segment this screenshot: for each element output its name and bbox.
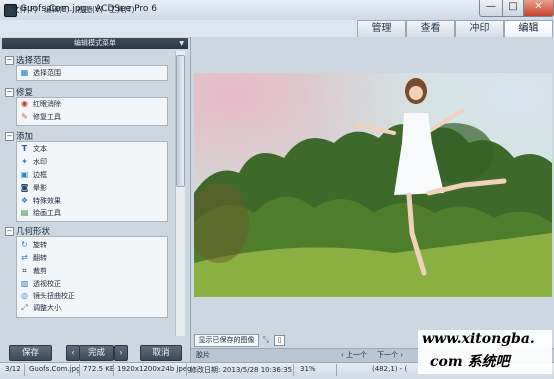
tool-vignette[interactable]: 晕影 — [33, 183, 47, 193]
status-dimensions: 1920x1200x24b jpeg — [117, 365, 192, 373]
collapse-toggle-geometry[interactable]: − — [5, 227, 14, 236]
status-divider — [186, 364, 187, 376]
watermark-line-2: com 系统吧 — [430, 354, 510, 370]
next-button[interactable]: › — [114, 345, 128, 361]
resize-icon: ⤢ — [21, 303, 28, 312]
collapse-toggle-selection[interactable]: − — [5, 56, 14, 65]
prev-button[interactable]: ‹ — [66, 345, 80, 361]
status-zoom: 31% — [300, 365, 316, 373]
crop-icon: ⌗ — [22, 266, 27, 275]
minimize-icon: — — [486, 1, 496, 12]
status-divider — [24, 364, 25, 376]
save-button[interactable]: 保存 — [9, 345, 52, 361]
tool-crop[interactable]: 裁剪 — [33, 266, 47, 276]
drawing-icon: ▤ — [20, 208, 29, 217]
panel-header-label: 编辑模式菜单 — [74, 39, 116, 47]
done-button[interactable]: 完成 — [79, 345, 114, 361]
menu-view[interactable]: 视图(V) — [77, 4, 103, 15]
menu-tools[interactable]: 工具(T) — [109, 4, 134, 15]
brush-icon: ✎ — [21, 112, 28, 121]
tool-lens-distortion[interactable]: 镜头扭曲校正 — [33, 291, 75, 301]
scrollbar-thumb[interactable] — [176, 55, 185, 187]
border-icon: ▣ — [20, 170, 29, 179]
status-index: 3/12 — [5, 365, 21, 373]
previous-image-button[interactable]: ‹ 上一个 — [341, 350, 367, 360]
tool-border[interactable]: 边框 — [33, 170, 47, 180]
menu-edit[interactable]: 编辑(E) — [44, 4, 70, 15]
lens-distortion-icon: ◎ — [21, 291, 28, 300]
status-divider — [113, 364, 114, 376]
status-divider — [336, 364, 337, 376]
cancel-button[interactable]: 取消 — [140, 345, 182, 361]
next-image-button[interactable]: 下一个 › — [377, 350, 403, 360]
rotate-icon: ↻ — [21, 240, 28, 249]
maximize-icon: □ — [508, 1, 518, 12]
tool-watermark[interactable]: 水印 — [33, 157, 47, 167]
filmstrip-label[interactable]: 胶片 — [196, 350, 210, 360]
link-icon[interactable]: ⤡ — [261, 335, 271, 345]
tool-drawing[interactable]: 绘画工具 — [33, 208, 61, 218]
tool-repair[interactable]: 修复工具 — [33, 112, 61, 122]
status-modified-date: 修改日期: 2013/5/28 10:36:35 — [190, 366, 293, 374]
status-filesize: 772.5 KB — [83, 365, 115, 373]
show-saved-image-tab[interactable]: 显示已保存的图像 — [194, 334, 259, 347]
status-divider — [79, 364, 80, 376]
photo-preview[interactable] — [194, 73, 552, 297]
tool-perspective[interactable]: 透视校正 — [33, 279, 61, 289]
vignette-icon: ◙ — [20, 183, 29, 192]
site-watermark: www.xitongba. com 系统吧 — [418, 330, 552, 374]
tool-select-range[interactable]: 选择范围 — [33, 68, 61, 78]
tool-red-eye[interactable]: 红眼消除 — [33, 99, 61, 109]
text-icon: T — [21, 144, 28, 153]
status-filename: Guofs.Com.jpg — [29, 365, 81, 373]
close-icon: ✕ — [534, 1, 543, 12]
effects-icon: ❖ — [20, 196, 29, 205]
panel-header[interactable]: 编辑模式菜单 ▼ — [2, 38, 188, 49]
maximize-button[interactable]: □ — [502, 0, 524, 17]
menu-file[interactable]: 文件(F) — [12, 4, 37, 15]
status-divider — [293, 364, 294, 376]
selection-icon: ▦ — [20, 68, 29, 77]
compare-icon[interactable]: ▯ — [274, 335, 285, 346]
tool-rotate[interactable]: 旋转 — [33, 240, 47, 250]
perspective-icon: ▧ — [20, 279, 29, 288]
watermark-line-1: www.xitongba. — [422, 331, 535, 347]
watermark-icon: ✦ — [21, 157, 28, 166]
tool-flip[interactable]: 翻转 — [33, 253, 47, 263]
tool-special-effects[interactable]: 特殊效果 — [33, 196, 61, 206]
collapse-toggle-repair[interactable]: − — [5, 88, 14, 97]
flip-icon: ⇄ — [21, 253, 28, 262]
tab-develop[interactable]: 冲印 — [455, 20, 504, 37]
status-coordinates: (482,1) - ( — [372, 365, 408, 373]
tool-text[interactable]: 文本 — [33, 144, 47, 154]
minimize-button[interactable]: — — [479, 0, 503, 17]
tab-view[interactable]: 查看 — [406, 20, 455, 37]
eye-icon: ◉ — [21, 99, 28, 108]
collapse-toggle-add[interactable]: − — [5, 132, 14, 141]
close-button[interactable]: ✕ — [523, 0, 554, 17]
tab-manage[interactable]: 管理 — [357, 20, 406, 37]
triangle-down-icon[interactable]: ▼ — [179, 38, 184, 49]
tool-resize[interactable]: 调整大小 — [33, 303, 61, 313]
tab-edit[interactable]: 编辑 — [504, 20, 553, 37]
